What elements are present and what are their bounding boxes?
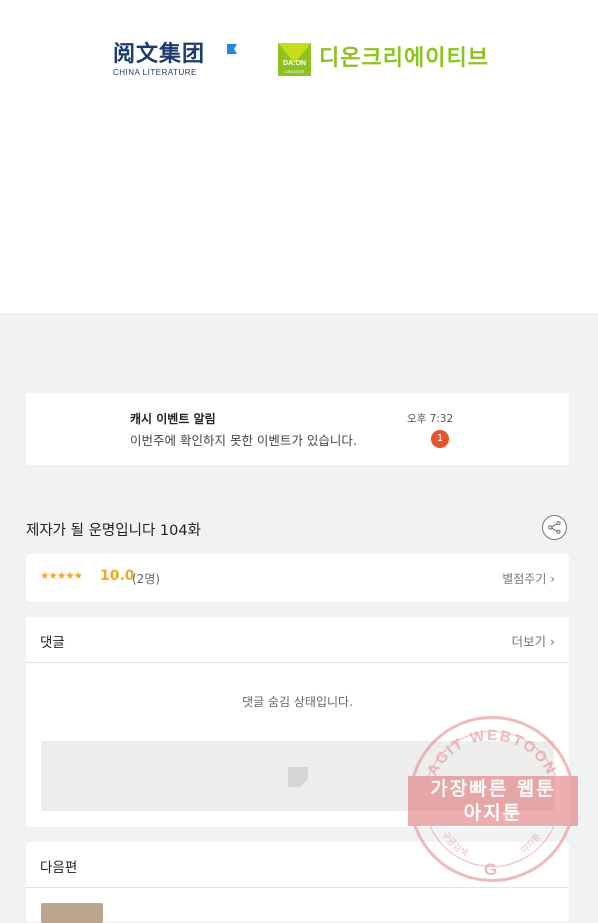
- notification-message: 이번주에 확인하지 못한 이벤트가 있습니다.: [130, 433, 357, 448]
- rate-button[interactable]: 별점주기 ›: [502, 570, 555, 587]
- watermark-bottom-right: 아지툰: [519, 831, 544, 856]
- partner-banner: 阅文集团 CHINA LITERATURE DA:ON CREATIVE 디온크…: [0, 0, 598, 313]
- share-button[interactable]: [542, 515, 567, 540]
- svg-text:구글검색: 구글검색: [439, 830, 469, 860]
- svg-text:AGIT WEBTOON: AGIT WEBTOON: [424, 727, 560, 779]
- daon-logo-name: 디온크리에이티브: [319, 46, 489, 71]
- rating-stars: ★★★★★: [40, 570, 83, 582]
- next-episode-thumbnail[interactable]: [41, 903, 103, 923]
- comments-header: 댓글: [40, 635, 65, 651]
- watermark-stamp: AGIT WEBTOON 구글검색 아지툰 가장빠른 웹툰 아지툰 G: [406, 716, 578, 888]
- next-episode-header: 다음편: [40, 860, 78, 876]
- share-icon: [548, 521, 561, 534]
- svg-text:아지툰: 아지툰: [519, 831, 544, 856]
- divider: [26, 662, 569, 663]
- rating-card: ★★★★★ 10.0 (2명) 별점주기 ›: [26, 554, 569, 602]
- china-literature-logo-cn: 阅文集团: [113, 41, 206, 67]
- rating-count: (2명): [132, 572, 161, 586]
- google-icon: G: [484, 860, 498, 879]
- china-literature-logo: 阅文集团 CHINA LITERATURE: [113, 41, 237, 77]
- comments-hidden-message: 댓글 숨김 상태입니다.: [242, 695, 353, 709]
- cash-event-notification[interactable]: 캐시 이벤트 알림 이번주에 확인하지 못한 이벤트가 있습니다. 오후 7:3…: [26, 393, 569, 465]
- watermark-bottom-left: 구글검색: [439, 830, 469, 860]
- watermark-line2: 아지툰: [463, 802, 523, 824]
- daon-logo-mark: DA:ON CREATIVE: [278, 43, 311, 76]
- watermark-line1: 가장빠른 웹툰: [430, 778, 556, 800]
- watermark-arc-text: AGIT WEBTOON: [424, 727, 558, 779]
- episode-title: 제자가 될 운명입니다 104화: [26, 523, 201, 539]
- notification-title: 캐시 이벤트 알림: [130, 412, 216, 426]
- ad-placeholder-icon: [288, 767, 308, 787]
- notification-time: 오후 7:32: [407, 413, 454, 425]
- rating-score: 10.0: [100, 568, 135, 584]
- flag-icon: [227, 44, 237, 54]
- china-literature-logo-en: CHINA LITERATURE: [113, 68, 197, 77]
- comments-more-link[interactable]: 더보기 ›: [512, 631, 555, 650]
- daon-logo-mark-subtext: CREATIVE: [284, 69, 305, 74]
- notification-count-badge: 1: [431, 430, 449, 448]
- daon-logo-mark-text: DA:ON: [283, 60, 306, 67]
